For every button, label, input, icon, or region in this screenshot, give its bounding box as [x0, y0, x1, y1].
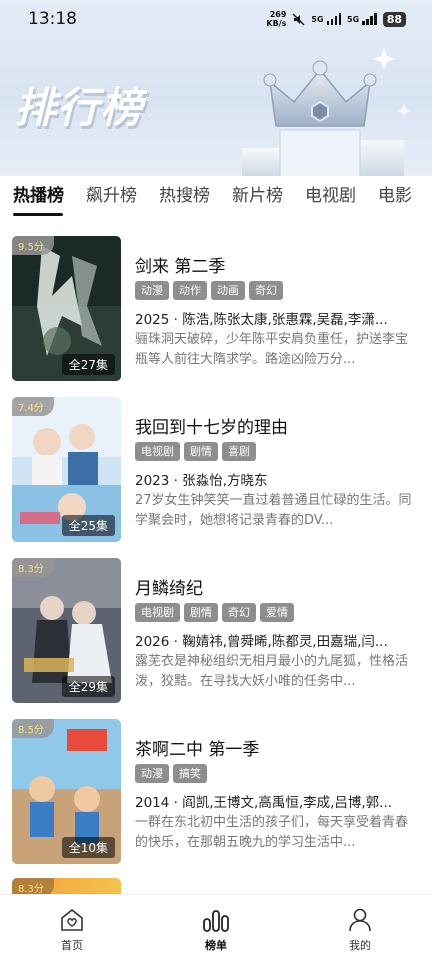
episode-count: 全29集 [61, 676, 115, 697]
nav-label: 我的 [349, 939, 371, 952]
status-time: 13:18 [28, 9, 77, 29]
year-and-cast: 2025 · 陈浩,陈张太康,张惠霖,吴磊,李潇... [135, 312, 388, 327]
tag-list: 动漫 动作 动画 奇幻 [135, 281, 420, 301]
list-item[interactable]: 7.4分 全25集 我回到十七岁的理由 电视剧 剧情 喜剧 2023 · 张淼怡… [12, 397, 422, 542]
nav-label: 首页 [61, 939, 83, 952]
tab-movies[interactable]: 电影 [365, 176, 412, 220]
nav-label: 榜单 [205, 939, 227, 952]
genre-tag: 电视剧 [135, 442, 180, 461]
tab-label: 电视剧 [305, 186, 356, 206]
genre-tag: 动漫 [135, 281, 169, 300]
episode-count: 全10集 [61, 837, 115, 858]
network-speed-value: 269 [269, 10, 287, 19]
list-item[interactable]: 8.5分 全10集 茶啊二中 第一季 动漫 搞笑 2014 · 阎凯,王博文,高… [12, 719, 422, 864]
item-description: 一群在东北初中生活的孩子们，每天享受着青春的快乐，在那朝五晚九的学习生活中... [135, 815, 409, 850]
tag-list: 动漫 搞笑 [135, 764, 420, 784]
genre-tag: 剧情 [184, 603, 218, 622]
ranking-icon [203, 910, 229, 932]
genre-tag: 动漫 [135, 764, 169, 783]
poster-image[interactable]: 8.5分 全10集 [12, 719, 121, 864]
signal-icon [326, 13, 342, 25]
item-description: 27岁女生钟笑笑一直过着普通且忙碌的生活。同学聚会时，她想将记录青春的DV... [135, 493, 412, 528]
item-info: 茶啊二中 第一季 动漫 搞笑 2014 · 阎凯,王博文,高禹恒,李成,吕博,郭… [135, 719, 420, 853]
page-title: 排行榜 [14, 83, 144, 132]
score-badge: 8.5分 [12, 719, 54, 738]
signal-icon-2 [362, 13, 377, 25]
tab-label: 电影 [378, 186, 412, 206]
status-bar: 13:18 269 KB/s 5G 5G 88 [0, 0, 432, 38]
genre-tag: 剧情 [184, 442, 218, 461]
tab-hot-search[interactable]: 热搜榜 [146, 176, 210, 220]
year-and-cast: 2014 · 阎凯,王博文,高禹恒,李成,吕博,郭... [135, 795, 393, 810]
bottom-navigation: 首页 榜单 我的 [0, 894, 432, 960]
tag-list: 电视剧 剧情 喜剧 [135, 442, 420, 462]
battery-icon: 88 [382, 11, 406, 27]
score-badge: 7.4分 [12, 397, 54, 416]
tag-list: 电视剧 剧情 奇幻 爱情 [135, 603, 420, 623]
genre-tag: 喜剧 [222, 442, 256, 461]
tab-hot-play[interactable]: 热播榜 [0, 176, 64, 220]
item-title[interactable]: 剑来 第二季 [135, 252, 420, 277]
genre-tag: 奇幻 [249, 281, 283, 300]
episode-count: 全25集 [61, 515, 115, 536]
year-and-cast: 2023 · 张淼怡,方晓东 [135, 473, 268, 488]
network-type-label: 5G [311, 14, 324, 24]
nav-ranking[interactable]: 榜单 [144, 895, 288, 960]
active-tab-indicator [13, 213, 63, 216]
tab-label: 热搜榜 [159, 186, 210, 206]
poster-image[interactable]: 7.4分 全25集 [12, 397, 121, 542]
item-title[interactable]: 茶啊二中 第一季 [135, 735, 420, 760]
network-type-label-2: 5G [347, 14, 360, 24]
genre-tag: 动画 [211, 281, 245, 300]
score-badge: 8.3分 [12, 558, 54, 577]
mute-icon [292, 13, 305, 25]
network-speed: 269 KB/s [266, 10, 286, 28]
genre-tag: 爱情 [260, 603, 294, 622]
tab-label: 飙升榜 [86, 186, 137, 206]
ranking-list: 9.5分 全27集 剑来 第二季 动漫 动作 动画 奇幻 2025 · 陈浩,陈… [0, 220, 432, 896]
genre-tag: 奇幻 [222, 603, 256, 622]
tab-label: 热播榜 [13, 186, 64, 206]
tab-tv-series[interactable]: 电视剧 [292, 176, 356, 220]
genre-tag: 动作 [173, 281, 207, 300]
episode-count: 全27集 [61, 354, 115, 375]
item-description: 骊珠洞天破碎，少年陈平安肩负重任，护送李宝瓶等人前往大隋求学。路途凶险万分... [135, 332, 409, 367]
genre-tag: 搞笑 [173, 764, 207, 783]
poster-image[interactable]: 9.5分 全27集 [12, 236, 121, 381]
network-speed-unit: KB/s [266, 19, 287, 28]
score-badge: 9.5分 [12, 236, 54, 255]
genre-tag: 电视剧 [135, 603, 180, 622]
item-title[interactable]: 月鳞绮纪 [135, 574, 420, 599]
nav-home[interactable]: 首页 [0, 895, 144, 960]
status-icons: 269 KB/s 5G 5G 88 [266, 10, 406, 28]
crown-trophy-illustration [242, 48, 411, 180]
tab-new-release[interactable]: 新片榜 [219, 176, 283, 220]
item-info: 我回到十七岁的理由 电视剧 剧情 喜剧 2023 · 张淼怡,方晓东 27岁女生… [135, 397, 420, 531]
item-title[interactable]: 我回到十七岁的理由 [135, 413, 420, 438]
poster-image[interactable]: 8.3分 全29集 [12, 558, 121, 703]
profile-icon [349, 908, 371, 932]
list-item[interactable]: 9.5分 全27集 剑来 第二季 动漫 动作 动画 奇幻 2025 · 陈浩,陈… [12, 236, 422, 381]
nav-profile[interactable]: 我的 [288, 895, 432, 960]
tab-label: 新片榜 [232, 186, 283, 206]
item-info: 月鳞绮纪 电视剧 剧情 奇幻 爱情 2026 · 鞠婧祎,曾舜晞,陈都灵,田嘉瑞… [135, 558, 420, 692]
tab-rising[interactable]: 飙升榜 [73, 176, 137, 220]
item-description: 露芜衣是神秘组织无相月最小的九尾狐，性格活泼，狡黠。在寻找大妖小唯的任务中... [135, 654, 409, 689]
year-and-cast: 2026 · 鞠婧祎,曾舜晞,陈都灵,田嘉瑞,闫... [135, 634, 388, 649]
ranking-tabs: 热播榜 飙升榜 热搜榜 新片榜 电视剧 电影 [0, 176, 432, 220]
list-item[interactable]: 8.3分 全29集 月鳞绮纪 电视剧 剧情 奇幻 爱情 2026 · 鞠婧祎,曾… [12, 558, 422, 703]
home-icon [61, 909, 83, 931]
item-info: 剑来 第二季 动漫 动作 动画 奇幻 2025 · 陈浩,陈张太康,张惠霖,吴磊… [135, 236, 420, 370]
